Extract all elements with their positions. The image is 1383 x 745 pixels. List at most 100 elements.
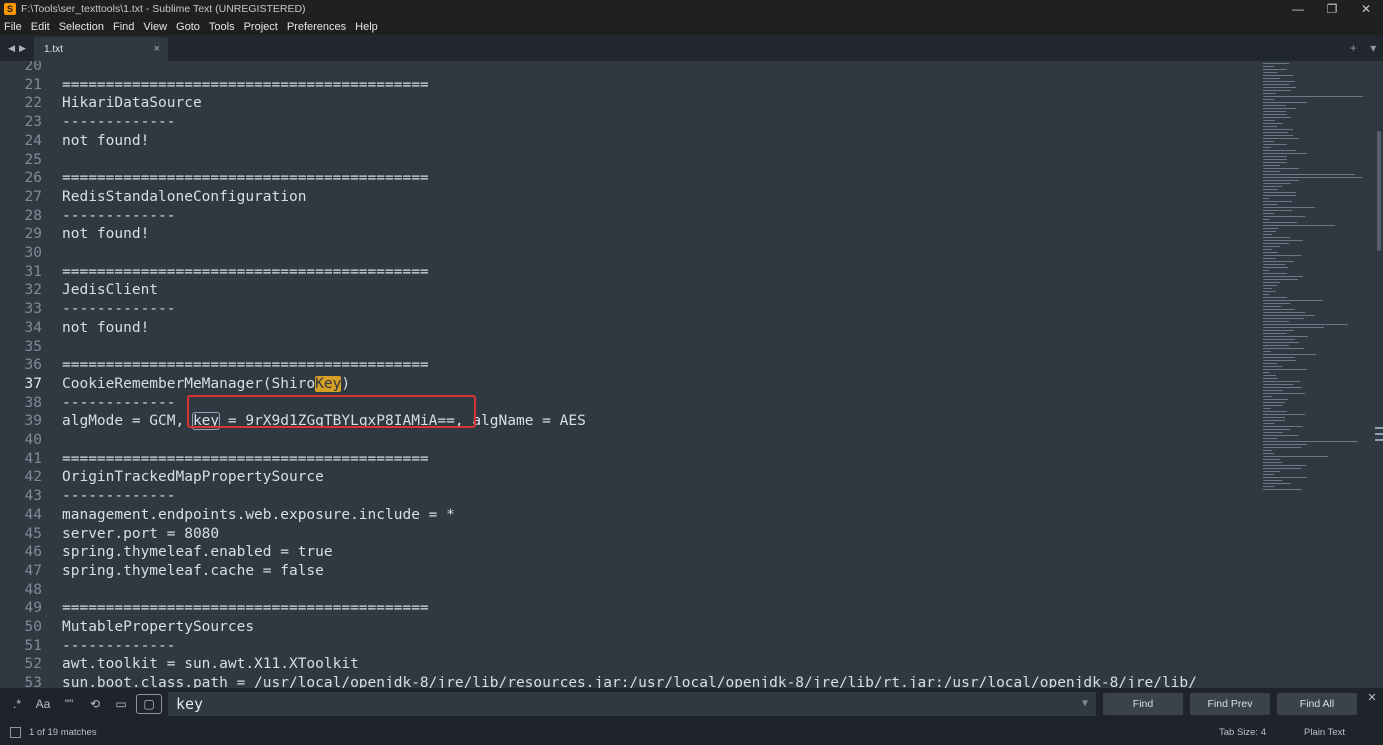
code-line[interactable]: ========================================… (62, 599, 429, 618)
line-number: 20 (24, 61, 42, 74)
find-all-button[interactable]: Find All (1277, 692, 1357, 715)
line-number: 23 (24, 114, 42, 131)
code-line[interactable]: JedisClient (62, 281, 158, 300)
case-sensitive-toggle[interactable]: Aa (30, 693, 56, 715)
code-line[interactable]: RedisStandaloneConfiguration (62, 188, 306, 207)
code-line[interactable]: OriginTrackedMapPropertySource (62, 468, 324, 487)
minimap-line (1263, 339, 1295, 340)
history-dropdown-icon[interactable]: ▼ (1082, 698, 1088, 709)
wrap-toggle[interactable]: ⟲ (82, 693, 108, 715)
tab-close-icon[interactable]: × (154, 43, 160, 55)
scrollbar-thumb[interactable] (1377, 131, 1381, 251)
minimap-line (1263, 333, 1287, 334)
code-line[interactable]: ------------- (62, 394, 176, 413)
code-line[interactable]: ========================================… (62, 450, 429, 469)
code-line[interactable]: management.endpoints.web.exposure.includ… (62, 506, 455, 525)
tab-prev-icon[interactable]: ◀ (8, 43, 15, 54)
code-line[interactable]: ------------- (62, 487, 176, 506)
code-line[interactable]: ------------- (62, 207, 176, 226)
line-number: 26 (24, 170, 42, 187)
minimap-line (1263, 141, 1274, 142)
vertical-scrollbar[interactable] (1375, 61, 1383, 688)
code-line[interactable]: ========================================… (62, 169, 429, 188)
new-tab-icon[interactable]: + (1350, 41, 1357, 55)
code-line[interactable]: ------------- (62, 113, 176, 132)
line-number: 47 (24, 562, 42, 579)
minimap-line (1263, 372, 1270, 373)
minimap-line (1263, 438, 1278, 439)
code-line[interactable]: sun.boot.class.path = /usr/local/openjdk… (62, 674, 1197, 688)
find-input[interactable]: key ▼ (168, 691, 1096, 716)
code-line[interactable]: server.port = 8080 (62, 525, 219, 544)
code-line[interactable]: ========================================… (62, 263, 429, 282)
menu-goto[interactable]: Goto (172, 21, 205, 33)
minimap-line (1263, 123, 1283, 124)
close-find-panel-icon[interactable]: ✕ (1363, 691, 1381, 704)
minimap-line (1263, 159, 1287, 160)
code-line[interactable]: CookieRememberMeManager(ShiroKey) (62, 375, 350, 394)
tab-size[interactable]: Tab Size: 4 (1219, 727, 1266, 738)
code-line[interactable]: ========================================… (62, 76, 429, 95)
minimap-line (1263, 63, 1289, 64)
find-prev-button[interactable]: Find Prev (1190, 692, 1270, 715)
highlight-matches-toggle[interactable]: ▢ (136, 693, 162, 714)
tab-list-icon[interactable]: ▾ (1370, 41, 1376, 55)
in-selection-toggle[interactable]: ▭ (108, 693, 134, 715)
code-line[interactable]: not found! (62, 225, 149, 244)
menu-find[interactable]: Find (109, 21, 139, 33)
code-view[interactable]: ========================================… (62, 61, 1253, 688)
menu-edit[interactable]: Edit (27, 21, 55, 33)
code-line[interactable]: MutablePropertySources (62, 618, 254, 637)
minimap-line (1263, 153, 1307, 154)
minimap-line (1263, 390, 1283, 391)
minimap-line (1263, 408, 1271, 409)
code-line[interactable]: spring.thymeleaf.cache = false (62, 562, 324, 581)
minimap-line (1263, 327, 1324, 328)
syntax-indicator[interactable]: Plain Text (1304, 727, 1345, 738)
minimap-line (1263, 87, 1296, 88)
minimap-line (1263, 480, 1282, 481)
tab-1-txt[interactable]: 1.txt × (34, 37, 168, 61)
menu-selection[interactable]: Selection (55, 21, 109, 33)
close-icon[interactable]: ✕ (1349, 2, 1383, 16)
code-line[interactable]: ========================================… (62, 356, 429, 375)
minimap[interactable] (1263, 61, 1369, 688)
code-line[interactable]: spring.thymeleaf.enabled = true (62, 543, 333, 562)
code-line[interactable]: ------------- (62, 300, 176, 319)
menu-help[interactable]: Help (351, 21, 383, 33)
minimap-line (1263, 354, 1316, 355)
menu-project[interactable]: Project (240, 21, 283, 33)
minimap-line (1263, 471, 1280, 472)
minimap-line (1263, 414, 1305, 415)
code-line[interactable]: awt.toolkit = sun.awt.X11.XToolkit (62, 655, 359, 674)
menu-bar: File Edit Selection Find View Goto Tools Projec… (0, 18, 1383, 35)
tab-nav[interactable]: ◀ ▶ (0, 35, 34, 61)
restore-icon[interactable]: ❐ (1315, 2, 1349, 16)
minimap-line (1263, 228, 1278, 229)
panel-toggle-icon[interactable] (10, 726, 21, 738)
code-line[interactable]: not found! (62, 132, 149, 151)
minimap-line (1263, 276, 1303, 277)
menu-preferences[interactable]: Preferences (283, 21, 351, 33)
minimap-line (1263, 369, 1307, 370)
regex-toggle[interactable]: .* (4, 693, 30, 715)
menu-tools[interactable]: Tools (205, 21, 240, 33)
minimap-line (1263, 219, 1270, 220)
menu-view[interactable]: View (139, 21, 172, 33)
find-button[interactable]: Find (1103, 692, 1183, 715)
code-line[interactable]: HikariDataSource (62, 94, 202, 113)
minimap-line (1263, 231, 1276, 232)
line-number: 21 (24, 76, 42, 93)
code-line[interactable]: ------------- (62, 637, 176, 656)
menu-file[interactable]: File (0, 21, 27, 33)
minimize-icon[interactable]: — (1281, 2, 1315, 16)
tab-next-icon[interactable]: ▶ (19, 43, 26, 54)
minimap-line (1263, 120, 1275, 121)
minimap-line (1263, 381, 1300, 382)
minimap-line (1263, 189, 1278, 190)
whole-word-toggle[interactable]: "" (56, 693, 82, 715)
minimap-line (1263, 108, 1296, 109)
editor-area[interactable]: 20 21 22 23 24 25 26 27 28 29 30 31 32 33 34 35 36 37 38 39… (0, 61, 1383, 688)
minimap-line (1263, 90, 1291, 91)
code-line[interactable]: not found! (62, 319, 149, 338)
